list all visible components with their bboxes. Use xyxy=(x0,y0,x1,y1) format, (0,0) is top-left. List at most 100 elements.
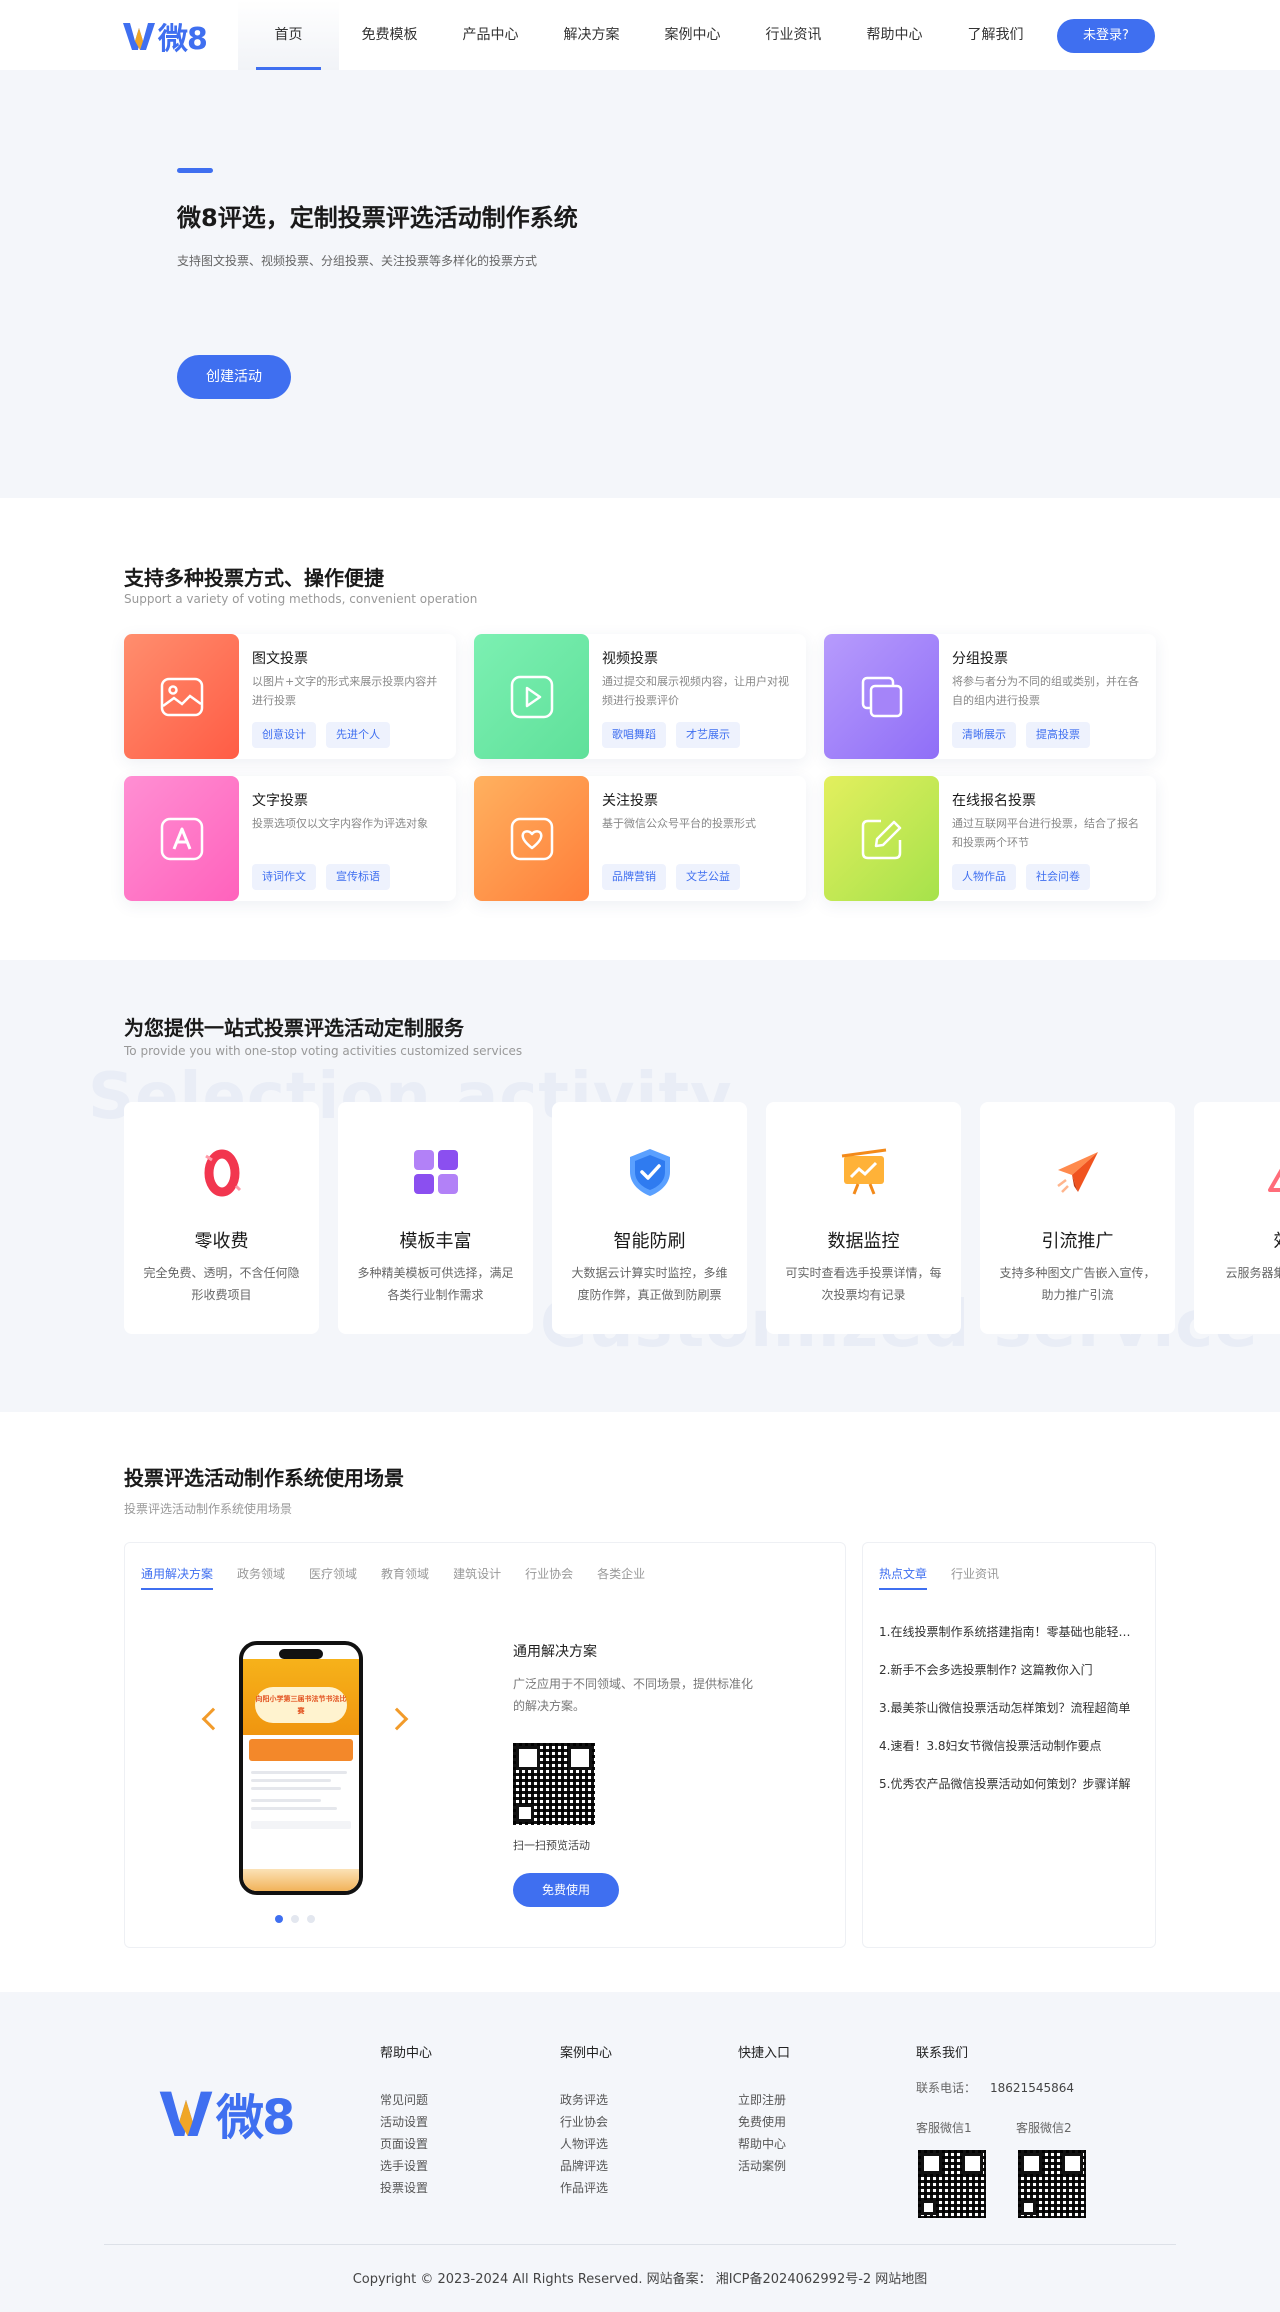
type-tag[interactable]: 创意设计 xyxy=(252,722,316,748)
phone-stats-bar xyxy=(249,1739,353,1761)
footer-col-help: 帮助中心 常见问题 活动设置 页面设置 选手设置 投票设置 xyxy=(380,2042,432,2199)
footer-logo-text: 微8 xyxy=(216,2090,295,2146)
articles-panel: 热点文章 行业资讯 1.在线投票制作系统搭建指南！零基础也能轻松上手 2.新手不… xyxy=(862,1542,1156,1948)
footer-link[interactable]: 选手设置 xyxy=(380,2155,432,2177)
tab-architecture[interactable]: 建筑设计 xyxy=(453,1565,501,1590)
phone-text-line xyxy=(251,1807,337,1810)
type-tag[interactable]: 歌唱舞蹈 xyxy=(602,722,666,748)
article-link[interactable]: 4.速看！3.8妇女节微信投票活动制作要点 xyxy=(879,1727,1141,1765)
logo-w-icon xyxy=(123,23,155,50)
service-name: 引流推广 xyxy=(1041,1231,1114,1252)
service-name: 效率 xyxy=(1194,1227,1280,1253)
hero-title: 微8评选，定制投票评选活动制作系统 xyxy=(177,204,578,232)
footer-link[interactable]: 活动设置 xyxy=(380,2111,432,2133)
type-card-text[interactable]: 文字投票 投票选项仅以文字内容作为评选对象 诗词作文 宣传标语 xyxy=(124,776,456,901)
type-thumb xyxy=(474,776,589,901)
free-use-button[interactable]: 免费使用 xyxy=(513,1873,619,1907)
type-tag[interactable]: 诗词作文 xyxy=(252,864,316,890)
types-subtitle: Support a variety of voting methods, con… xyxy=(124,592,478,606)
type-tag[interactable]: 宣传标语 xyxy=(326,864,390,890)
footer-link[interactable]: 作品评选 xyxy=(560,2177,612,2199)
footer-link[interactable]: 常见问题 xyxy=(380,2089,432,2111)
nav-home[interactable]: 首页 xyxy=(238,0,339,70)
footer-col-heading: 快捷入口 xyxy=(738,2046,791,2061)
type-name: 文字投票 xyxy=(252,793,308,809)
article-link[interactable]: 1.在线投票制作系统搭建指南！零基础也能轻松上手 xyxy=(879,1613,1141,1651)
nav-solutions[interactable]: 解决方案 xyxy=(541,0,642,70)
login-button[interactable]: 未登录? xyxy=(1057,19,1155,53)
footer-link[interactable]: 品牌评选 xyxy=(560,2155,612,2177)
type-tag[interactable]: 品牌营销 xyxy=(602,864,666,890)
type-tag[interactable]: 社会问卷 xyxy=(1026,864,1090,890)
service-desc: 大数据云计算实时监控，多维度防作弊，真正做到防刷票 xyxy=(571,1266,728,1302)
nav-cases[interactable]: 案例中心 xyxy=(642,0,743,70)
carousel-dot[interactable] xyxy=(275,1915,283,1923)
tab-medical[interactable]: 医疗领域 xyxy=(309,1565,357,1590)
type-card-group[interactable]: 分组投票 将参与者分为不同的组或类别，并在各自的组内进行投票 清晰展示 提高投票 xyxy=(824,634,1156,759)
service-desc: 多种精美模板可供选择，满足各类行业制作需求 xyxy=(357,1266,514,1302)
tab-industry-news[interactable]: 行业资讯 xyxy=(951,1565,999,1590)
tab-general[interactable]: 通用解决方案 xyxy=(141,1565,214,1590)
footer-divider xyxy=(104,2244,1176,2245)
phone-notch xyxy=(279,1649,323,1659)
service-card-anti-fraud: 智能防刷 大数据云计算实时监控，多维度防作弊，真正做到防刷票 xyxy=(552,1102,747,1334)
service-card-monitor: 数据监控 可实时查看选手投票详情，每次投票均有记录 xyxy=(766,1102,961,1334)
edit-icon xyxy=(861,819,901,859)
footer-link[interactable]: 活动案例 xyxy=(738,2155,790,2177)
type-tag[interactable]: 文艺公益 xyxy=(676,864,740,890)
service-desc: 完全免费、透明，不含任何隐形收费项目 xyxy=(143,1266,300,1302)
nav-free-templates[interactable]: 免费模板 xyxy=(339,0,440,70)
top-header: 微8 首页 免费模板 产品中心 解决方案 案例中心 行业资讯 帮助中心 了解我们… xyxy=(0,0,1280,70)
tab-hot-articles[interactable]: 热点文章 xyxy=(879,1565,928,1590)
type-desc: 基于微信公众号平台的投票形式 xyxy=(602,817,756,830)
type-tag[interactable]: 人物作品 xyxy=(952,864,1016,890)
wechat-qr-1 xyxy=(918,2150,986,2218)
type-card-video[interactable]: 视频投票 通过提交和展示视频内容，让用户对视频进行投票评价 歌唱舞蹈 才艺展示 xyxy=(474,634,806,759)
nav-news[interactable]: 行业资讯 xyxy=(743,0,844,70)
type-card-image-text[interactable]: 图文投票 以图片+文字的形式来展示投票内容并进行投票 创意设计 先进个人 xyxy=(124,634,456,759)
footer-logo[interactable]: 微8 xyxy=(158,2078,295,2148)
type-tag[interactable]: 才艺展示 xyxy=(676,722,740,748)
tab-education[interactable]: 教育领域 xyxy=(381,1565,429,1590)
type-thumb xyxy=(124,776,239,901)
phone-text-line xyxy=(251,1779,331,1782)
service-name: 智能防刷 xyxy=(613,1231,686,1252)
services-subtitle: To provide you with one-stop voting acti… xyxy=(124,1044,523,1058)
footer-link[interactable]: 免费使用 xyxy=(738,2111,790,2133)
carousel-prev-icon[interactable] xyxy=(201,1707,225,1731)
footer-link[interactable]: 立即注册 xyxy=(738,2089,790,2111)
create-activity-button[interactable]: 创建活动 xyxy=(177,355,291,399)
tab-enterprise[interactable]: 各类企业 xyxy=(597,1565,645,1590)
solution-tabs: 通用解决方案 政务领域 医疗领域 教育领域 建筑设计 行业协会 各类企业 xyxy=(141,1565,645,1590)
carousel-next-icon[interactable] xyxy=(385,1707,409,1731)
phone-footer-image xyxy=(243,1869,359,1891)
type-card-signup[interactable]: 在线报名投票 通过互联网平台进行投票，结合了报名和投票两个环节 人物作品 社会问卷 xyxy=(824,776,1156,901)
carousel-dot[interactable] xyxy=(291,1915,299,1923)
footer-link[interactable]: 人物评选 xyxy=(560,2133,612,2155)
footer-link[interactable]: 政务评选 xyxy=(560,2089,612,2111)
nav-products[interactable]: 产品中心 xyxy=(440,0,541,70)
type-tag[interactable]: 清晰展示 xyxy=(952,722,1016,748)
tab-government[interactable]: 政务领域 xyxy=(237,1565,285,1590)
site-logo[interactable]: 微8 xyxy=(122,14,208,58)
scenarios-section: 投票评选活动制作系统使用场景 投票评选活动制作系统使用场景 通用解决方案 政务领… xyxy=(0,1412,1280,1992)
footer-link[interactable]: 页面设置 xyxy=(380,2133,432,2155)
type-card-follow[interactable]: 关注投票 基于微信公众号平台的投票形式 品牌营销 文艺公益 xyxy=(474,776,806,901)
article-link[interactable]: 2.新手不会多选投票制作? 这篇教你入门 xyxy=(879,1651,1141,1689)
carousel-dot[interactable] xyxy=(307,1915,315,1923)
image-icon xyxy=(160,677,203,716)
tab-association[interactable]: 行业协会 xyxy=(525,1565,573,1590)
article-link[interactable]: 3.最美茶山微信投票活动怎样策划？流程超简单 xyxy=(879,1689,1141,1727)
type-name: 在线报名投票 xyxy=(952,793,1036,809)
footer-link[interactable]: 行业协会 xyxy=(560,2111,612,2133)
type-desc: 通过互联网平台进行投票，结合了报名和投票两个环节 xyxy=(952,817,1139,849)
article-link[interactable]: 5.优秀农产品微信投票活动如何策划？步骤详解 xyxy=(879,1765,1141,1803)
type-tag[interactable]: 先进个人 xyxy=(326,722,390,748)
footer-link[interactable]: 投票设置 xyxy=(380,2177,432,2199)
nav-about[interactable]: 了解我们 xyxy=(945,0,1046,70)
nav-help[interactable]: 帮助中心 xyxy=(844,0,945,70)
phone-preview: 向阳小学第三届书法节书法比赛 xyxy=(239,1641,363,1895)
footer-link[interactable]: 帮助中心 xyxy=(738,2133,790,2155)
service-desc: 云服务器集群速，保障活 xyxy=(1225,1266,1280,1280)
type-tag[interactable]: 提高投票 xyxy=(1026,722,1090,748)
